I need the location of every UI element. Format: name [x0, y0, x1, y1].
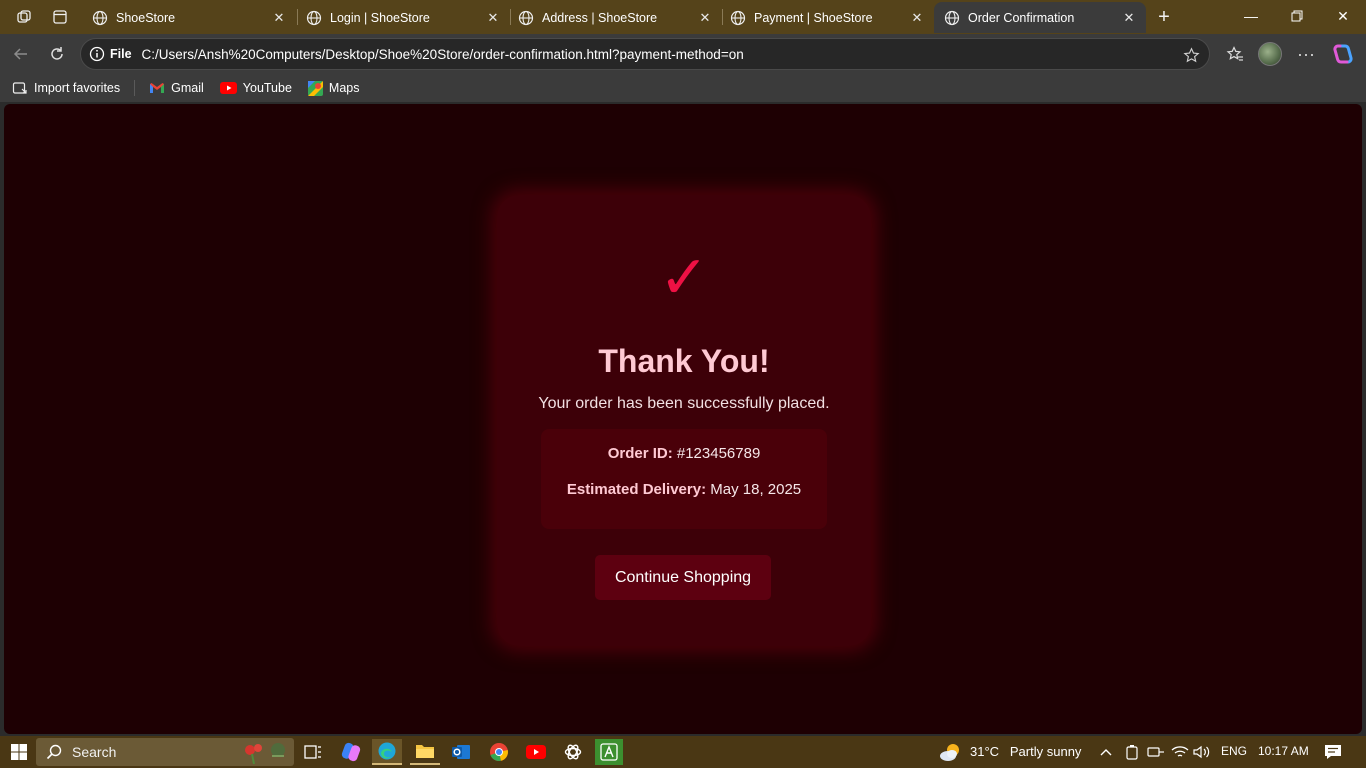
close-tab-icon[interactable]: ✕	[696, 9, 714, 27]
outlook-icon[interactable]	[446, 739, 476, 765]
favorites-divider	[134, 80, 136, 96]
chatgpt-icon[interactable]	[558, 739, 588, 765]
notifications-icon[interactable]	[1318, 739, 1348, 765]
tab-title: Login | ShoeStore	[330, 10, 430, 25]
wifi-icon[interactable]	[1168, 739, 1192, 765]
search-label: Search	[72, 744, 117, 760]
battery-saver-icon[interactable]	[1120, 739, 1144, 765]
tab-actions-icon[interactable]	[46, 4, 74, 30]
weather-partly-sunny-icon[interactable]	[936, 739, 966, 765]
globe-icon	[730, 10, 746, 25]
taskbar-search[interactable]: Search	[36, 738, 294, 766]
close-tab-icon[interactable]: ✕	[484, 9, 502, 27]
tab-order-confirmation[interactable]: Order Confirmation ✕	[934, 2, 1146, 33]
edge-taskbar-icon[interactable]	[372, 739, 402, 765]
restore-icon[interactable]	[1274, 0, 1320, 32]
refresh-icon[interactable]	[42, 40, 72, 68]
copilot-taskbar-icon[interactable]	[336, 739, 366, 765]
favorite-star-icon[interactable]	[1181, 45, 1201, 65]
globe-icon	[518, 10, 534, 25]
network-plug-icon[interactable]	[1144, 739, 1168, 765]
favorite-label: Maps	[328, 81, 360, 95]
file-explorer-icon[interactable]	[410, 739, 440, 765]
tab-title: Order Confirmation	[968, 10, 1075, 25]
clock[interactable]: 10:17 AM	[1258, 744, 1309, 758]
tab-strip: ShoeStore ✕ Login | ShoeStore ✕ Address …	[0, 0, 1366, 34]
copilot-icon[interactable]	[1328, 40, 1358, 68]
tab-payment[interactable]: Payment | ShoeStore ✕	[720, 2, 934, 33]
close-tab-icon[interactable]: ✕	[908, 9, 926, 27]
confirmation-message: Your order has been successfully placed.	[538, 395, 830, 412]
favorite-label: Gmail	[171, 81, 204, 95]
favorite-gmail[interactable]: Gmail	[141, 76, 212, 100]
close-window-icon[interactable]: ✕	[1320, 0, 1366, 32]
maps-icon	[307, 80, 323, 96]
globe-icon	[92, 10, 108, 25]
url-text: C:/Users/Ansh%20Computers/Desktop/Shoe%2…	[141, 46, 744, 62]
youtube-taskbar-icon[interactable]	[521, 739, 551, 765]
favorite-youtube[interactable]: YouTube	[212, 76, 300, 100]
tab-title: Payment | ShoeStore	[754, 10, 873, 25]
weather-temp: 31°C	[970, 744, 1000, 759]
page-viewport: ✓ Thank You! Your order has been success…	[4, 104, 1362, 734]
weather-widget[interactable]: 31°C Partly sunny	[970, 744, 1081, 759]
order-id-label: Order ID:	[607, 445, 673, 462]
delivery-label: Estimated Delivery:	[566, 481, 707, 498]
close-tab-icon[interactable]: ✕	[1120, 9, 1138, 27]
info-icon	[89, 46, 105, 62]
input-language[interactable]: ENG	[1221, 744, 1247, 758]
youtube-icon	[219, 82, 237, 94]
order-id-value: #123456789	[676, 445, 761, 462]
favorite-label: Import favorites	[34, 81, 121, 95]
page-title: Thank You!	[598, 343, 770, 379]
windows-start-icon[interactable]	[4, 739, 34, 765]
favorite-import[interactable]: Import favorites	[4, 76, 128, 100]
delivery-row: Estimated Delivery: May 18, 2025	[541, 481, 827, 498]
globe-icon	[944, 10, 960, 25]
minimize-icon[interactable]: —	[1228, 0, 1274, 32]
address-bar[interactable]: File C:/Users/Ansh%20Computers/Desktop/S…	[80, 38, 1210, 70]
continue-shopping-button[interactable]: Continue Shopping	[595, 555, 771, 600]
workspaces-icon[interactable]	[10, 4, 38, 30]
globe-icon	[306, 10, 322, 25]
tab-title: Address | ShoeStore	[542, 10, 658, 25]
confirmation-card: ✓ Thank You! Your order has been success…	[497, 195, 871, 646]
scheme-label: File	[110, 47, 132, 61]
browser-toolbar: File C:/Users/Ansh%20Computers/Desktop/S…	[0, 34, 1366, 74]
close-tab-icon[interactable]: ✕	[270, 9, 288, 27]
new-tab-icon[interactable]: +	[1150, 4, 1178, 30]
tab-address[interactable]: Address | ShoeStore ✕	[508, 2, 722, 33]
chrome-icon[interactable]	[484, 739, 514, 765]
import-icon	[12, 82, 27, 94]
taskbar: Search 31°C Partly sunny ENG 10:17 AM	[0, 736, 1366, 768]
task-view-icon[interactable]	[298, 739, 328, 765]
weather-condition: Partly sunny	[1009, 744, 1082, 759]
favorites-bar: Import favorites Gmail YouTube Maps	[0, 74, 1366, 102]
tab-title: ShoeStore	[116, 10, 176, 25]
android-studio-icon[interactable]	[595, 739, 623, 765]
favorites-icon[interactable]	[1220, 40, 1250, 68]
chevron-up-icon[interactable]	[1094, 739, 1118, 765]
site-info-chip[interactable]: File	[89, 46, 142, 62]
volume-icon[interactable]	[1190, 739, 1214, 765]
search-highlight-icon	[245, 743, 285, 764]
gmail-icon	[150, 83, 165, 93]
back-arrow-icon[interactable]	[6, 40, 36, 68]
search-icon	[46, 744, 62, 760]
checkmark-icon: ✓	[658, 243, 710, 313]
favorite-maps[interactable]: Maps	[300, 76, 368, 100]
profile-avatar[interactable]	[1255, 40, 1285, 68]
tab-login[interactable]: Login | ShoeStore ✕	[296, 2, 510, 33]
delivery-date: May 18, 2025	[710, 481, 802, 498]
favorite-label: YouTube	[242, 81, 292, 95]
more-menu-icon[interactable]: ···	[1291, 40, 1321, 68]
tab-shoestore[interactable]: ShoeStore ✕	[82, 2, 296, 33]
order-id-row: Order ID: #123456789	[541, 445, 827, 462]
order-details-box: Order ID: #123456789 Estimated Delivery:…	[541, 429, 827, 529]
